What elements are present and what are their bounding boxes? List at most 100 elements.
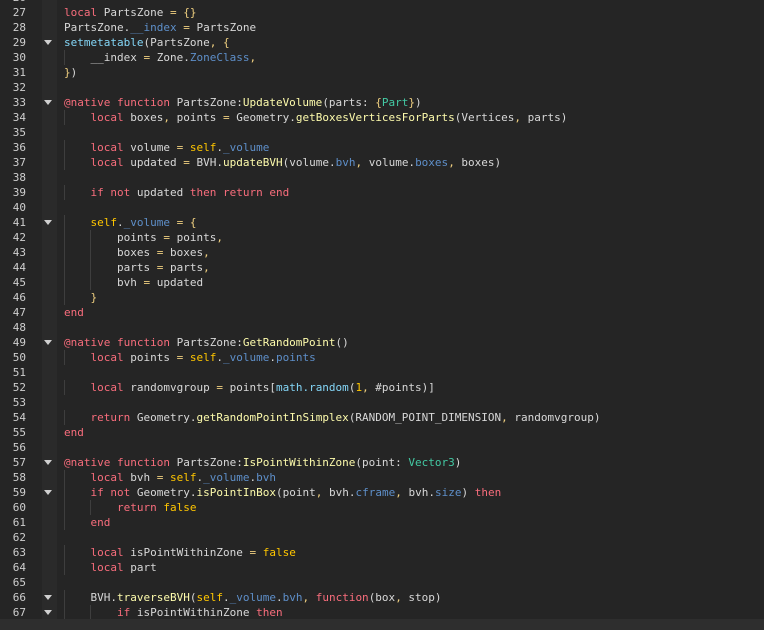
code-text: if not updated then return end	[64, 185, 290, 200]
code-line[interactable]: 50 local points = self._volume.points	[0, 350, 764, 365]
code-editor[interactable]: 2627local PartsZone = {}28PartsZone.__in…	[0, 0, 764, 619]
code-token: then return end	[189, 186, 290, 199]
code-line[interactable]: 31})	[0, 65, 764, 80]
code-text: PartsZone.__index = PartsZone	[64, 20, 256, 35]
code-token: parts = parts,	[64, 261, 210, 274]
code-line[interactable]: 60 return false	[0, 500, 764, 515]
code-line[interactable]: 66 BVH.traverseBVH(self._volume.bvh, fun…	[0, 590, 764, 605]
code-line[interactable]: 67 if isPointWithinZone then	[0, 605, 764, 619]
code-line[interactable]: 62	[0, 530, 764, 545]
line-number: 52	[12, 381, 26, 394]
line-number: 62	[12, 531, 26, 544]
code-line[interactable]: 37 local updated = BVH.updateBVH(volume.…	[0, 155, 764, 170]
code-token: getBoxesVerticesForParts	[295, 111, 455, 124]
line-number: 34	[12, 111, 26, 124]
code-line[interactable]: 52 local randomvgroup = points[math.rand…	[0, 380, 764, 395]
code-token: end	[64, 426, 84, 439]
line-number: 36	[12, 141, 26, 154]
code-token: , volume.	[355, 156, 416, 169]
line-number: 33	[12, 96, 26, 109]
line-number: 31	[12, 66, 26, 79]
code-line[interactable]: 54 return Geometry.getRandomPointInSimpl…	[0, 410, 764, 425]
code-token: __index = Zone.	[64, 51, 190, 64]
code-line[interactable]: 32	[0, 80, 764, 95]
code-line[interactable]: 27 local PartsZone = {}	[0, 5, 764, 20]
code-line[interactable]: 57 @native function PartsZone:IsPointWith…	[0, 455, 764, 470]
code-line[interactable]: 42 points = points,	[0, 230, 764, 245]
code-line[interactable]: 58 local bvh = self._volume.bvh	[0, 470, 764, 485]
code-token: UpdateVolume	[242, 96, 323, 109]
code-line[interactable]: 63 local isPointWithinZone = false	[0, 545, 764, 560]
code-line[interactable]: 47 end	[0, 305, 764, 320]
code-line[interactable]: 59 if not Geometry.isPointInBox(point, b…	[0, 485, 764, 500]
code-text: bvh = updated	[64, 275, 203, 290]
line-number: 57	[12, 456, 26, 469]
code-token: local	[90, 156, 124, 169]
code-line[interactable]: 40	[0, 200, 764, 215]
code-token: @native function	[64, 96, 170, 109]
code-token: (RANDOM_POINT_DIMENSION, randomvgroup)	[348, 411, 601, 424]
code-token: updated = BVH.	[123, 156, 223, 169]
code-text: local bvh = self._volume.bvh	[64, 470, 276, 485]
code-line[interactable]: 28 PartsZone.__index = PartsZone	[0, 20, 764, 35]
code-line[interactable]: 56	[0, 440, 764, 455]
code-token: local	[90, 351, 124, 364]
fold-arrow-icon[interactable]	[44, 40, 52, 45]
code-token: ,	[302, 591, 310, 604]
code-line[interactable]: 51	[0, 365, 764, 380]
code-line[interactable]: 65	[0, 575, 764, 590]
code-line[interactable]: 36 local volume = self._volume	[0, 140, 764, 155]
code-line[interactable]: 41 self._volume = {	[0, 215, 764, 230]
code-token: , bvh.	[395, 486, 435, 499]
fold-arrow-icon[interactable]	[44, 340, 52, 345]
code-token: _volume	[222, 351, 270, 364]
line-number: 42	[12, 231, 26, 244]
code-text: parts = parts,	[64, 260, 210, 275]
fold-arrow-icon[interactable]	[44, 220, 52, 225]
code-line[interactable]: 48	[0, 320, 764, 335]
code-token: volume =	[123, 141, 184, 154]
horizontal-scrollbar-area[interactable]	[0, 619, 764, 630]
line-number: 45	[12, 276, 26, 289]
code-line[interactable]: 33 @native function PartsZone:UpdateVolum…	[0, 95, 764, 110]
fold-arrow-icon[interactable]	[44, 610, 52, 615]
fold-arrow-icon[interactable]	[44, 595, 52, 600]
code-line[interactable]: 43 boxes = boxes,	[0, 245, 764, 260]
code-line[interactable]: 38	[0, 170, 764, 185]
code-line[interactable]: 44 parts = parts,	[0, 260, 764, 275]
code-token: math.random	[275, 381, 349, 394]
code-token: _volume	[229, 591, 276, 604]
line-number: 35	[12, 126, 26, 139]
code-line[interactable]: 46 }	[0, 290, 764, 305]
code-token: bvh	[282, 591, 303, 604]
code-text: points = points,	[64, 230, 223, 245]
code-text: local updated = BVH.updateBVH(volume.bvh…	[64, 155, 502, 170]
code-token: local	[90, 546, 124, 559]
code-line[interactable]: 34 local boxes, points = Geometry.getBox…	[0, 110, 764, 125]
code-line[interactable]: 35	[0, 125, 764, 140]
line-number: 48	[12, 321, 26, 334]
code-token: boxes	[415, 156, 449, 169]
code-token: false	[262, 546, 296, 559]
line-number: 51	[12, 366, 26, 379]
code-line[interactable]: 30 __index = Zone.ZoneClass,	[0, 50, 764, 65]
code-token: bvh =	[123, 471, 164, 484]
code-line[interactable]: 64 local part	[0, 560, 764, 575]
code-line[interactable]: 39 if not updated then return end	[0, 185, 764, 200]
code-line[interactable]: 29 setmetatable(PartsZone, {	[0, 35, 764, 50]
code-line[interactable]: 55 end	[0, 425, 764, 440]
line-number: 61	[12, 516, 26, 529]
fold-arrow-icon[interactable]	[44, 460, 52, 465]
code-line[interactable]: 53	[0, 395, 764, 410]
line-number: 63	[12, 546, 26, 559]
fold-arrow-icon[interactable]	[44, 100, 52, 105]
code-line[interactable]: 49 @native function PartsZone:GetRandomPo…	[0, 335, 764, 350]
code-line[interactable]: 45 bvh = updated	[0, 275, 764, 290]
code-token: Vector3	[408, 456, 455, 469]
code-line[interactable]: 61 end	[0, 515, 764, 530]
fold-arrow-icon[interactable]	[44, 490, 52, 495]
